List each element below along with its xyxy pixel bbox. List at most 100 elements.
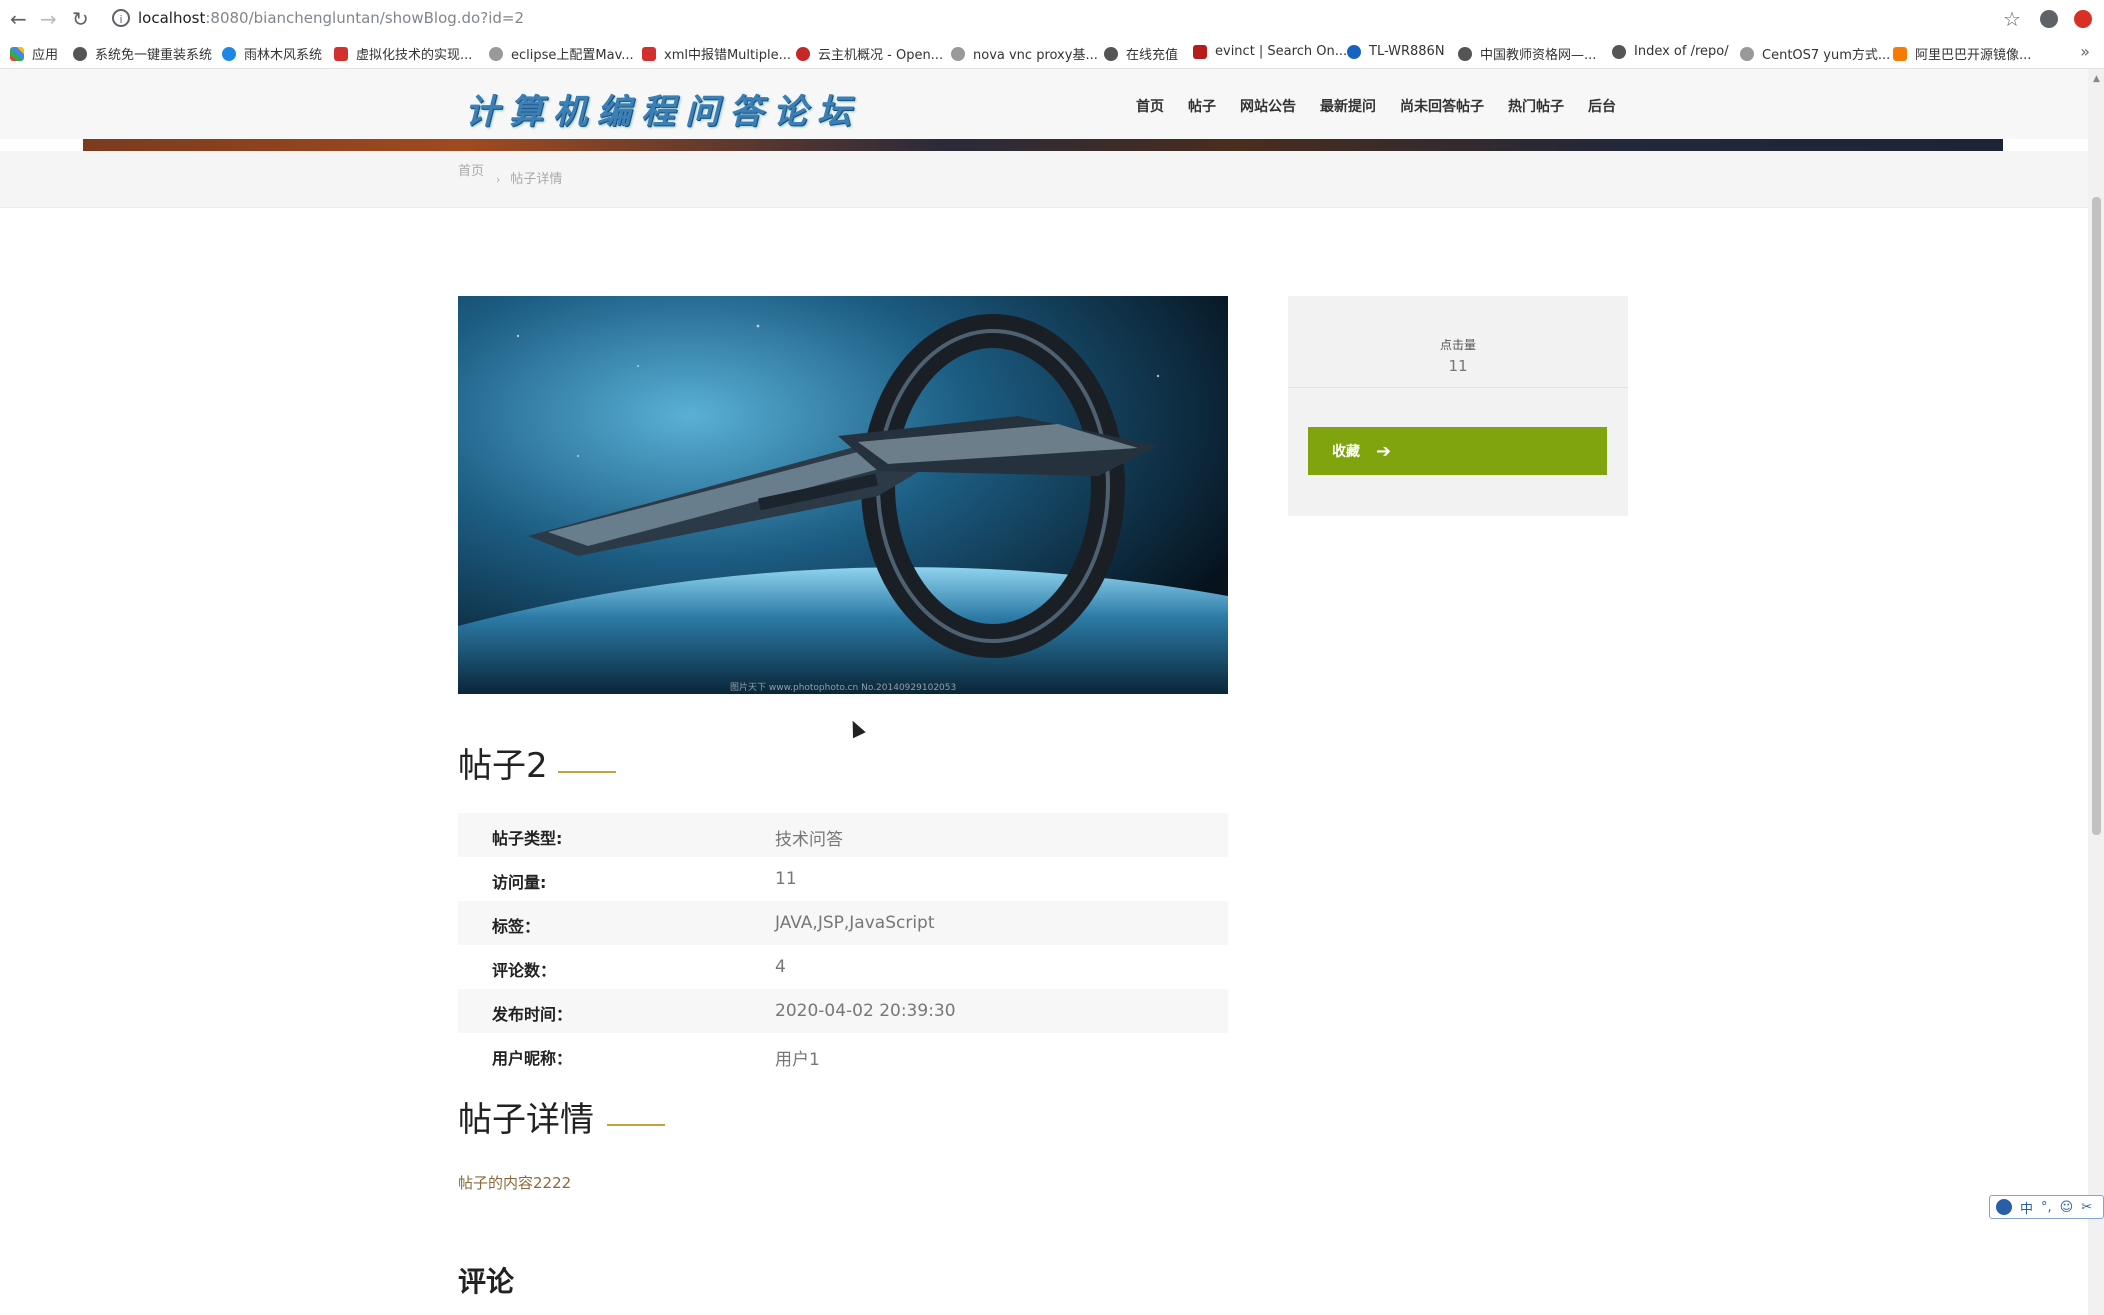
tp-icon xyxy=(1347,44,1361,59)
scroll-up-icon[interactable]: ▲ xyxy=(2093,74,2100,84)
info-icon[interactable]: i xyxy=(112,9,130,27)
banner-strip xyxy=(83,139,2003,151)
bookmark-item[interactable]: nova vnc proxy基... xyxy=(951,44,1098,63)
breadcrumb-current: 帖子详情 xyxy=(510,172,563,187)
info-label: 标签： xyxy=(492,917,541,936)
info-row-views: 访问量: 11 xyxy=(458,857,1228,901)
bookmark-item[interactable]: eclipse上配置Mav... xyxy=(489,44,634,63)
nav-announcements[interactable]: 网站公告 xyxy=(1240,96,1296,116)
account-icon[interactable] xyxy=(2040,10,2058,28)
nav-posts[interactable]: 帖子 xyxy=(1188,96,1216,116)
reload-icon[interactable]: ↻ xyxy=(72,8,89,30)
click-count-label: 点击量 xyxy=(1439,338,1476,352)
aliyun-icon xyxy=(1893,46,1907,61)
breadcrumb-separator: › xyxy=(496,173,501,186)
info-label: 用户昵称： xyxy=(492,1049,573,1068)
info-value: JAVA,JSP,JavaScript xyxy=(775,913,935,933)
nav-admin[interactable]: 后台 xyxy=(1588,96,1616,116)
breadcrumb-bar xyxy=(0,151,2088,208)
site-header xyxy=(0,69,2088,139)
scrollbar-thumb[interactable] xyxy=(2092,197,2101,835)
forward-icon[interactable]: → xyxy=(40,8,57,30)
bookmark-item[interactable]: CentOS7 yum方式... xyxy=(1740,44,1890,63)
bookmark-item[interactable]: 虚拟化技术的实现... xyxy=(334,44,472,63)
post-title: 帖子2 xyxy=(458,746,548,786)
favorite-button[interactable]: 收藏 ➔ xyxy=(1308,427,1607,475)
bookmark-item[interactable]: 云主机概况 - Open... xyxy=(796,44,943,63)
info-label: 评论数： xyxy=(492,961,557,980)
favorite-button-label: 收藏 xyxy=(1332,444,1360,460)
back-icon[interactable]: ← xyxy=(10,8,27,30)
url-field[interactable]: localhost:8080/bianchengluntan/showBlog.… xyxy=(138,9,524,27)
ime-toolbar[interactable]: 中 °, ☺ ✂ xyxy=(1989,1195,2104,1219)
ime-language[interactable]: 中 xyxy=(2020,1198,2033,1217)
main-nav: 首页 帖子 网站公告 最新提问 尚未回答帖子 热门帖子 后台 xyxy=(1136,96,1640,116)
extension-icon[interactable] xyxy=(2074,10,2092,28)
info-label: 帖子类型: xyxy=(492,829,563,848)
info-row-tags: 标签： JAVA,JSP,JavaScript xyxy=(458,901,1228,945)
breadcrumb-home[interactable]: 首页 xyxy=(458,164,484,179)
click-count-value: 11 xyxy=(1448,357,1468,375)
bookmark-item[interactable]: 雨林木风系统 xyxy=(222,44,322,63)
info-value: 技术问答 xyxy=(775,830,843,850)
nav-latest-questions[interactable]: 最新提问 xyxy=(1320,96,1376,116)
title-underline xyxy=(607,1124,665,1126)
title-underline xyxy=(558,771,616,773)
arrow-right-icon: ➔ xyxy=(1376,440,1392,462)
breadcrumb: 首页 › 帖子详情 xyxy=(458,160,562,187)
c-icon xyxy=(642,46,656,61)
info-value: 用户1 xyxy=(775,1050,820,1070)
detail-section-title: 帖子详情 xyxy=(458,1100,594,1140)
info-value: 11 xyxy=(775,869,797,889)
tp-icon xyxy=(222,46,236,61)
bookmark-star-icon[interactable]: ☆ xyxy=(2003,7,2021,31)
nav-hot-posts[interactable]: 热门帖子 xyxy=(1508,96,1564,116)
comment-section-title: 评论 xyxy=(458,1265,515,1298)
info-label: 发布时间： xyxy=(492,1005,573,1024)
link-icon xyxy=(1740,46,1754,61)
apps-icon xyxy=(10,46,24,61)
bookmark-item[interactable]: 应用 xyxy=(10,44,58,63)
info-row-published: 发布时间： 2020-04-02 20:39:30 xyxy=(458,989,1228,1033)
bookmark-item[interactable]: xml中报错Multiple... xyxy=(642,44,791,63)
site-icon xyxy=(1193,44,1207,59)
bookmark-item[interactable]: evinct | Search On... xyxy=(1193,44,1347,59)
bookmark-item[interactable]: 在线充值 xyxy=(1104,44,1178,63)
more-bookmarks-icon[interactable]: » xyxy=(2080,42,2090,61)
nav-home[interactable]: 首页 xyxy=(1136,96,1164,116)
post-image xyxy=(458,296,1228,694)
bookmark-item[interactable]: 系统免一键重装系统 xyxy=(73,44,212,63)
ime-punct-icon[interactable]: °, xyxy=(2041,1200,2052,1215)
info-row-nickname: 用户昵称： 用户1 xyxy=(458,1033,1228,1077)
bookmark-item[interactable]: 中国教师资格网—... xyxy=(1458,44,1596,63)
post-content: 帖子的内容2222 xyxy=(458,1174,572,1192)
info-row-type: 帖子类型: 技术问答 xyxy=(458,813,1228,857)
space-station-illustration xyxy=(458,296,1228,694)
globe-icon xyxy=(1104,46,1118,61)
stats-card xyxy=(1288,296,1628,516)
bookmark-item[interactable]: TL-WR886N xyxy=(1347,44,1445,59)
bookmark-item[interactable]: 阿里巴巴开源镜像... xyxy=(1893,44,2031,63)
globe-icon xyxy=(73,46,87,61)
info-value: 4 xyxy=(775,957,786,977)
mouse-cursor-icon xyxy=(846,717,866,739)
nav-unanswered[interactable]: 尚未回答帖子 xyxy=(1400,96,1484,116)
info-row-comments: 评论数： 4 xyxy=(458,945,1228,989)
cloud-icon xyxy=(796,46,810,61)
ime-tools-icon[interactable]: ✂ xyxy=(2081,1200,2092,1215)
bookmarks-bar: 应用 系统免一键重装系统 雨林木风系统 虚拟化技术的实现... eclipse上… xyxy=(0,38,2104,69)
ime-emoji-icon[interactable]: ☺ xyxy=(2060,1200,2074,1215)
link-icon xyxy=(951,46,965,61)
info-value: 2020-04-02 20:39:30 xyxy=(775,1001,956,1021)
info-label: 访问量: xyxy=(492,873,547,892)
browser-address-bar: ← → ↻ i localhost:8080/bianchengluntan/s… xyxy=(0,0,2104,39)
image-credit: 图片天下 www.photophoto.cn No.20140929102053 xyxy=(730,683,957,693)
card-divider xyxy=(1288,387,1628,388)
link-icon xyxy=(489,46,503,61)
ime-logo-icon xyxy=(1996,1199,2012,1215)
site-logo[interactable]: 计算机编程问答论坛 xyxy=(465,84,861,133)
c-icon xyxy=(334,46,348,61)
globe-icon xyxy=(1458,46,1472,61)
globe-icon xyxy=(1612,44,1626,59)
bookmark-item[interactable]: Index of /repo/ xyxy=(1612,44,1729,59)
